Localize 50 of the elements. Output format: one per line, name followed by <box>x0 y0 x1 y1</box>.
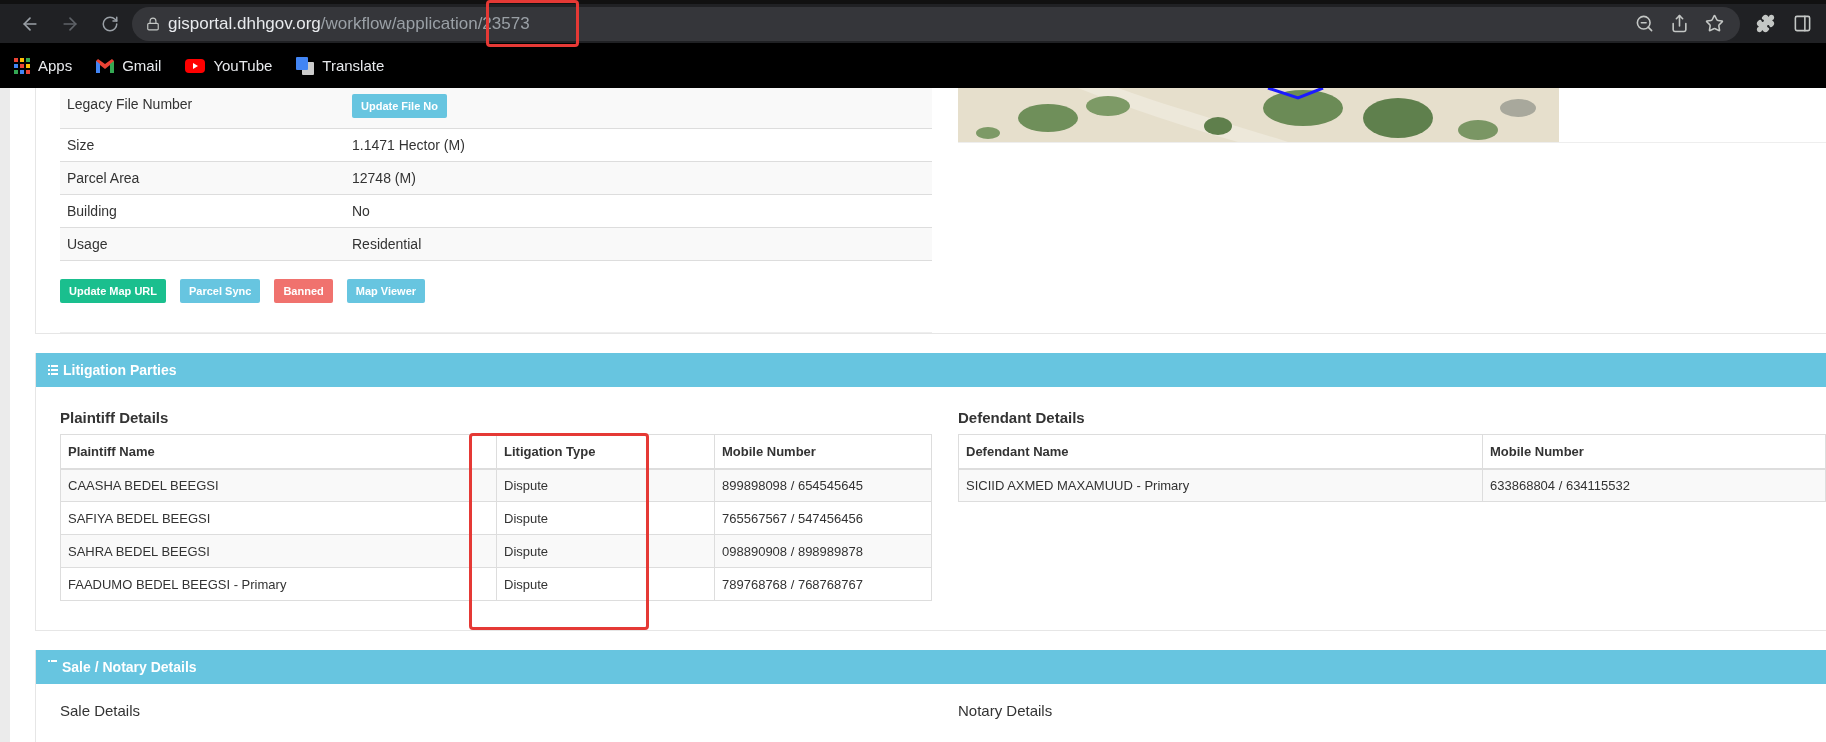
lock-icon <box>146 16 160 31</box>
section-title: Notary Details <box>958 702 1054 719</box>
property-value: No <box>351 203 371 219</box>
apps-grid-icon <box>14 57 30 74</box>
property-value: Residential <box>351 236 423 252</box>
table-cell: 098890908 / 898989878 <box>714 534 932 568</box>
share-icon[interactable] <box>1670 14 1689 33</box>
reload-icon <box>101 14 119 33</box>
table-cell: 765567567 / 547456456 <box>714 501 932 535</box>
table-cell: FAADUMO BEDEL BEEGSI - Primary <box>60 567 470 601</box>
section-title: Defendant Details <box>958 409 1086 426</box>
list-icon <box>48 365 58 375</box>
table-cell: 899898098 / 654545645 <box>714 468 932 502</box>
table-cell: 633868804 / 634115532 <box>1482 468 1826 502</box>
translate-icon <box>296 56 315 75</box>
bookmark-link[interactable]: Apps <box>14 57 73 74</box>
table-cell: Dispute <box>496 468 715 502</box>
panel-title: Litigation Parties <box>63 362 177 378</box>
table-cell: 789768768 / 768768767 <box>714 567 932 601</box>
property-label: Legacy File Number <box>66 95 194 114</box>
bookmark-link[interactable]: Gmail <box>96 57 162 74</box>
table-cell: Dispute <box>496 501 715 535</box>
bookmark-link[interactable]: YouTube <box>185 57 273 74</box>
property-value: 1.1471 Hector (M) <box>351 137 466 153</box>
table-cell: Dispute <box>496 534 715 568</box>
column-header: Litigation Type <box>496 434 715 469</box>
property-label: Building <box>66 203 118 219</box>
property-label: Parcel Area <box>66 170 141 186</box>
play-icon <box>185 58 206 73</box>
column-header: Defendant Name <box>958 434 1483 469</box>
envelope-icon <box>96 58 115 73</box>
side-panel-icon[interactable] <box>1793 14 1812 33</box>
puzzle-icon[interactable] <box>1756 14 1775 33</box>
bookmark-link[interactable]: Translate <box>296 56 385 75</box>
property-label: Size <box>66 137 96 153</box>
table-cell: SAHRA BEDEL BEEGSI <box>60 534 470 568</box>
table-cell: Dispute <box>496 567 715 601</box>
section-title: Sale Details <box>60 702 142 719</box>
column-header: Mobile Number <box>714 434 932 469</box>
table-cell: SICIID AXMED MAXAMUUD - Primary <box>958 468 1483 502</box>
zoom-out-icon[interactable] <box>1635 14 1654 33</box>
column-header: Plaintiff Name <box>60 434 470 469</box>
section-title: Plaintiff Details <box>60 409 170 426</box>
property-label: Usage <box>66 236 109 252</box>
panel-title: Sale / Notary Details <box>62 659 197 675</box>
table-cell: CAASHA BEDEL BEEGSI <box>60 468 470 502</box>
table-cell: SAFIYA BEDEL BEEGSI <box>60 501 470 535</box>
column-header: Mobile Number <box>1482 434 1826 469</box>
property-value: 12748 (M) <box>351 170 417 186</box>
star-icon[interactable] <box>1705 14 1724 33</box>
